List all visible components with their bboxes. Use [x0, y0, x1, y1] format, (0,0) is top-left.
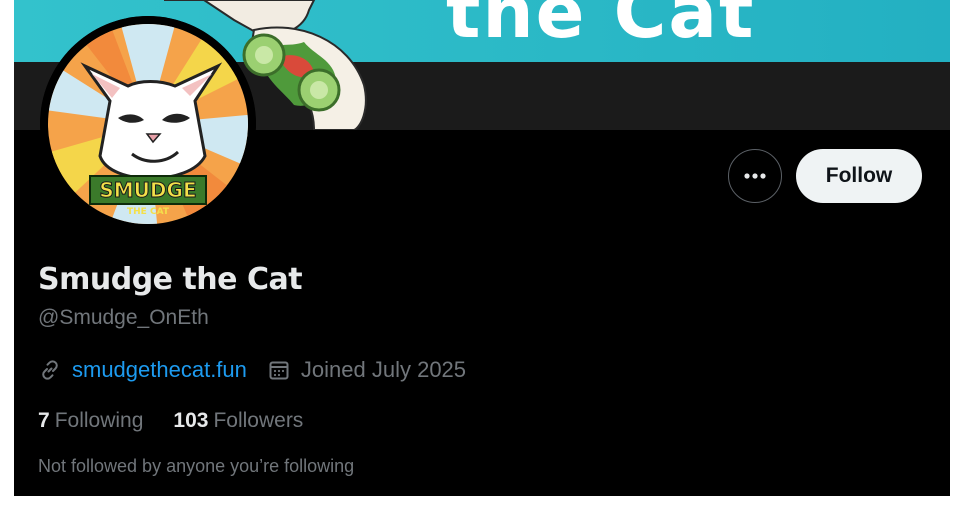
followers-label: Followers — [213, 409, 304, 432]
ellipsis-icon — [744, 173, 766, 179]
link-icon — [42, 360, 58, 380]
avatar[interactable]: SMUDGE THE CAT — [40, 16, 256, 232]
banner-title: the Cat — [446, 0, 756, 54]
display-name: Smudge the Cat — [38, 262, 303, 297]
avatar-image: SMUDGE THE CAT — [40, 16, 256, 232]
follow-stats: 7 Following 103 Followers — [38, 409, 333, 433]
follow-button[interactable]: Follow — [796, 149, 922, 203]
profile-card: the Cat SMUDGE THE CAT Follow Smudge the… — [14, 0, 950, 496]
following-label: Following — [54, 409, 144, 432]
joined-date: Joined July 2025 — [300, 357, 467, 382]
following-stat[interactable]: 7 Following — [38, 409, 143, 433]
website-link[interactable]: smudgethecat.fun — [72, 357, 247, 383]
followers-stat[interactable]: 103 Followers — [173, 409, 303, 433]
profile-meta: smudgethecat.fun Joined July 2025 — [38, 356, 486, 384]
calendar-icon — [269, 361, 289, 380]
website-item: smudgethecat.fun — [38, 357, 247, 383]
joined-item: Joined July 2025 — [267, 357, 466, 383]
following-count: 7 — [38, 409, 50, 432]
avatar-badge-text: SMUDGE — [99, 178, 196, 202]
followed-by-note: Not followed by anyone you’re following — [38, 456, 355, 476]
user-handle: @Smudge_OnEth — [38, 306, 209, 329]
avatar-badge-subtext: THE CAT — [127, 207, 170, 217]
more-options-button[interactable] — [728, 149, 782, 203]
followers-count: 103 — [173, 409, 209, 432]
